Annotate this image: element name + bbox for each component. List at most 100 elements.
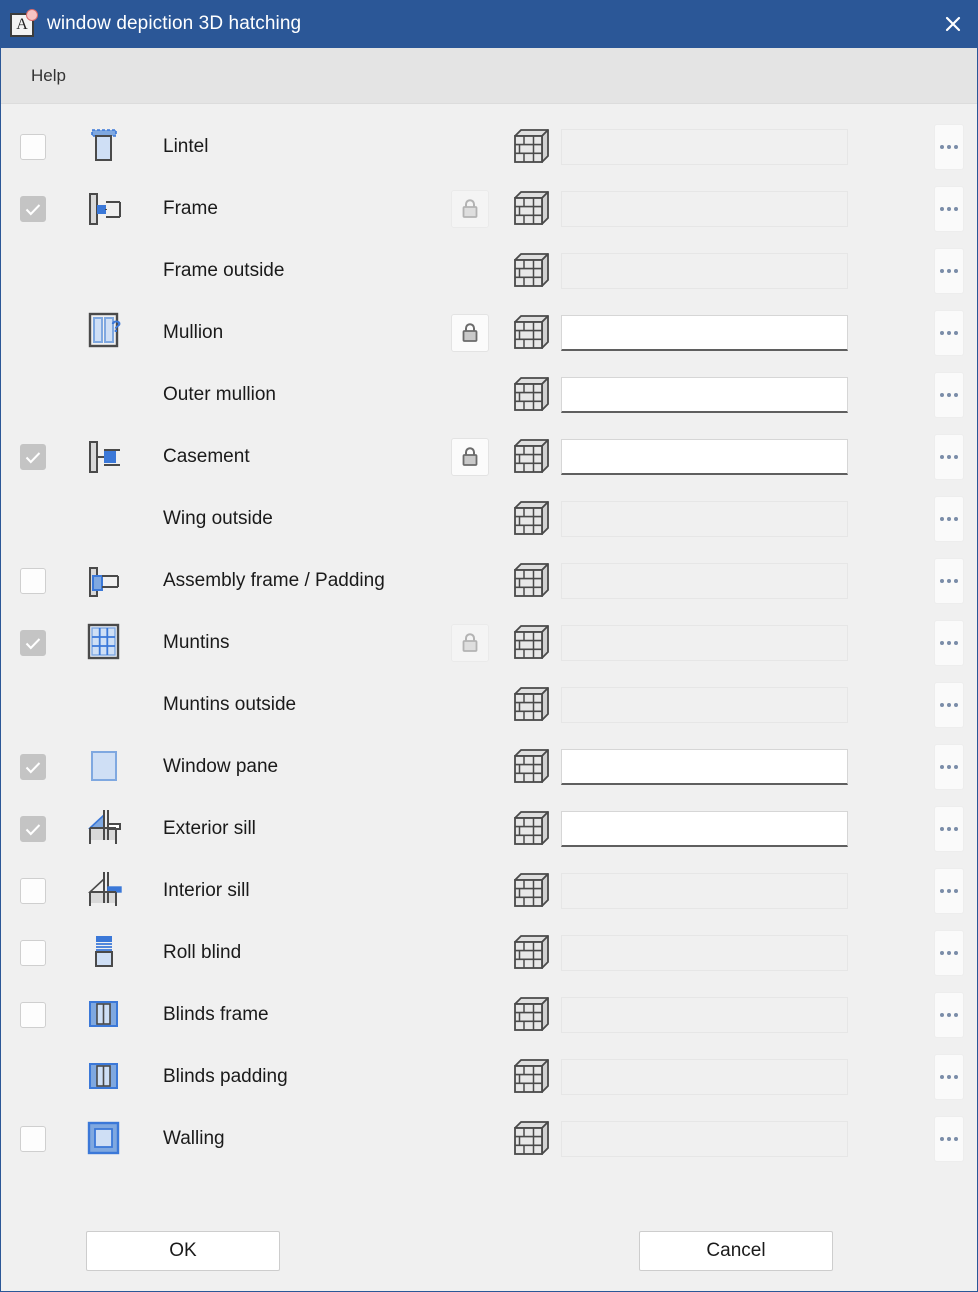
ok-button[interactable]: OK	[86, 1231, 280, 1271]
brick-wall-icon[interactable]	[499, 128, 561, 166]
table-row: Blinds padding	[1, 1046, 977, 1108]
enabled-checkbox[interactable]	[20, 1126, 46, 1152]
brick-wall-icon[interactable]	[499, 686, 561, 724]
hatching-field-cell	[561, 625, 921, 661]
component-label-cell: Frame outside	[141, 260, 441, 282]
hatching-field-cell	[561, 687, 921, 723]
brick-wall-icon[interactable]	[499, 500, 561, 538]
table-row: ? Mullion	[1, 302, 977, 364]
browse-button[interactable]	[934, 1054, 964, 1100]
browse-button[interactable]	[934, 124, 964, 170]
table-row: Muntins	[1, 612, 977, 674]
enabled-checkbox[interactable]	[20, 134, 46, 160]
hatching-field-cell	[561, 253, 921, 289]
brick-wall-icon[interactable]	[499, 438, 561, 476]
dialog-window: A window depiction 3D hatching Help Lint…	[0, 0, 978, 1292]
hatching-input	[561, 625, 848, 661]
browse-cell	[921, 806, 977, 852]
enabled-checkbox[interactable]	[20, 1002, 46, 1028]
component-label-cell: Casement	[141, 446, 441, 468]
interior-sill-icon	[65, 864, 141, 918]
hatching-input[interactable]	[561, 811, 848, 847]
title-bar: A window depiction 3D hatching	[1, 0, 977, 48]
browse-button[interactable]	[934, 434, 964, 480]
table-row: Interior sill	[1, 860, 977, 922]
brick-wall-icon[interactable]	[499, 624, 561, 662]
lock-icon[interactable]	[451, 438, 489, 476]
component-label: Frame outside	[163, 260, 285, 281]
brick-wall-icon[interactable]	[499, 748, 561, 786]
brick-wall-icon[interactable]	[499, 314, 561, 352]
browse-cell	[921, 868, 977, 914]
component-label-cell: Walling	[141, 1128, 441, 1150]
component-label-cell: Assembly frame / Padding	[141, 570, 441, 592]
browse-button[interactable]	[934, 682, 964, 728]
checkbox-cell	[1, 196, 65, 222]
enabled-checkbox[interactable]	[20, 568, 46, 594]
hatching-input	[561, 253, 848, 289]
hatching-input[interactable]	[561, 315, 848, 351]
lock-cell	[441, 438, 499, 476]
blinds-padding-icon	[65, 1050, 141, 1104]
browse-button[interactable]	[934, 806, 964, 852]
menu-item-help[interactable]: Help	[25, 62, 72, 90]
lock-icon[interactable]	[451, 624, 489, 662]
browse-button[interactable]	[934, 1116, 964, 1162]
browse-button[interactable]	[934, 868, 964, 914]
lock-icon[interactable]	[451, 314, 489, 352]
enabled-checkbox[interactable]	[20, 630, 46, 656]
checkbox-cell	[1, 568, 65, 594]
browse-button[interactable]	[934, 248, 964, 294]
brick-wall-icon[interactable]	[499, 376, 561, 414]
browse-button[interactable]	[934, 620, 964, 666]
table-row: Frame	[1, 178, 977, 240]
hatching-input[interactable]	[561, 377, 848, 413]
lintel-icon	[65, 120, 141, 174]
hatching-input	[561, 997, 848, 1033]
hatching-input[interactable]	[561, 439, 848, 475]
enabled-checkbox[interactable]	[20, 878, 46, 904]
component-label-cell: Interior sill	[141, 880, 441, 902]
brick-wall-icon[interactable]	[499, 1058, 561, 1096]
close-icon[interactable]	[929, 0, 977, 48]
brick-wall-icon[interactable]	[499, 562, 561, 600]
browse-button[interactable]	[934, 310, 964, 356]
hatching-field-cell	[561, 563, 921, 599]
browse-button[interactable]	[934, 744, 964, 790]
brick-wall-icon[interactable]	[499, 872, 561, 910]
component-label-cell: Lintel	[141, 136, 441, 158]
browse-button[interactable]	[934, 558, 964, 604]
hatching-input[interactable]	[561, 749, 848, 785]
component-label: Lintel	[163, 136, 209, 157]
brick-wall-icon[interactable]	[499, 252, 561, 290]
component-label: Frame	[163, 198, 218, 219]
table-row: Lintel	[1, 116, 977, 178]
checkbox-cell	[1, 754, 65, 780]
browse-button[interactable]	[934, 372, 964, 418]
enabled-checkbox[interactable]	[20, 940, 46, 966]
browse-button[interactable]	[934, 930, 964, 976]
brick-wall-icon[interactable]	[499, 996, 561, 1034]
enabled-checkbox[interactable]	[20, 196, 46, 222]
browse-cell	[921, 496, 977, 542]
browse-button[interactable]	[934, 496, 964, 542]
lock-cell	[441, 190, 499, 228]
brick-wall-icon[interactable]	[499, 810, 561, 848]
browse-button[interactable]	[934, 186, 964, 232]
lock-icon[interactable]	[451, 190, 489, 228]
enabled-checkbox[interactable]	[20, 816, 46, 842]
component-list: Lintel Frame Frame outside? Mullion Outer mu…	[1, 104, 977, 1211]
brick-wall-icon[interactable]	[499, 1120, 561, 1158]
component-label: Interior sill	[163, 880, 250, 901]
table-row: Exterior sill	[1, 798, 977, 860]
brick-wall-icon[interactable]	[499, 190, 561, 228]
cancel-button[interactable]: Cancel	[639, 1231, 833, 1271]
browse-cell	[921, 124, 977, 170]
browse-button[interactable]	[934, 992, 964, 1038]
browse-cell	[921, 310, 977, 356]
enabled-checkbox[interactable]	[20, 754, 46, 780]
brick-wall-icon[interactable]	[499, 934, 561, 972]
enabled-checkbox[interactable]	[20, 444, 46, 470]
letter-a-icon: A	[9, 9, 38, 38]
component-label: Blinds padding	[163, 1066, 288, 1087]
